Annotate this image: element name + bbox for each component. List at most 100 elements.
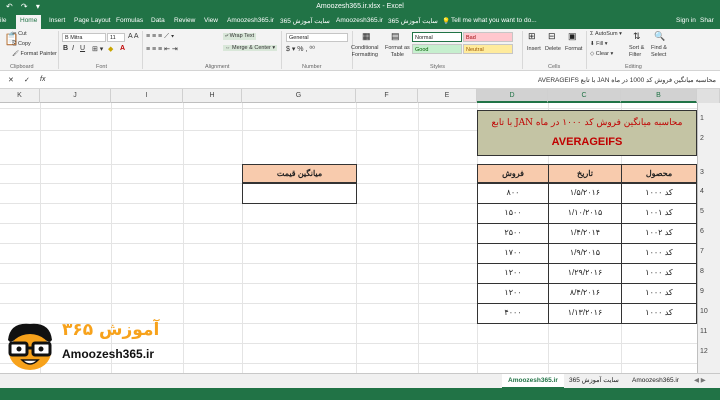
table-cell[interactable]: ۱/۱۰/۲۰۱۵	[548, 203, 622, 224]
column-header-c[interactable]: C	[548, 89, 621, 103]
sheet-nav-icon[interactable]: ◀ ▶	[688, 374, 712, 387]
row-header[interactable]: 4	[700, 188, 704, 195]
average-price-header[interactable]: میانگین قیمت	[242, 164, 357, 183]
tell-me-box[interactable]: Tell me what you want to do...	[451, 17, 537, 24]
bold-button[interactable]: B	[63, 45, 68, 52]
table-cell[interactable]: ۱/۱۳/۲۰۱۶	[548, 303, 622, 324]
cut-button[interactable]: ✂ Cut	[12, 31, 27, 37]
sheet-tab-amoozesh-2[interactable]: Amoozesh365.ir	[626, 374, 685, 387]
find-select-icon[interactable]: 🔍	[654, 31, 665, 42]
tab-data[interactable]: Data	[151, 17, 165, 24]
underline-button[interactable]: U	[80, 45, 85, 52]
cancel-icon[interactable]: ✕	[8, 76, 14, 84]
table-cell[interactable]: کد ۱۰۰۱	[621, 203, 697, 224]
borders-icon[interactable]: ⊞ ▾	[92, 45, 103, 53]
fill-color-icon[interactable]: ◆	[108, 45, 113, 53]
header-date[interactable]: تاریخ	[548, 164, 622, 183]
insert-cells-icon[interactable]: ⊞	[528, 31, 536, 42]
column-header-e[interactable]: E	[418, 89, 477, 103]
title-cell[interactable]: محاسبه میانگین فروش کد ۱۰۰۰ در ماه JAN ب…	[477, 110, 697, 156]
tab-amoozesh-2[interactable]: Amoozesh365.ir	[336, 17, 383, 24]
sort-filter-icon[interactable]: ⇅	[633, 31, 641, 42]
table-cell[interactable]: ۱۲۰۰	[477, 283, 549, 304]
copy-button[interactable]: ⎘ Copy	[12, 41, 31, 48]
column-header-k[interactable]: K	[0, 89, 40, 103]
conditional-formatting-icon[interactable]: ▦	[362, 31, 371, 42]
table-cell[interactable]: کد ۱۰۰۲	[621, 223, 697, 244]
column-header-f[interactable]: F	[356, 89, 418, 103]
column-header-b[interactable]: B	[621, 89, 697, 103]
column-header-d[interactable]: D	[477, 89, 548, 103]
insert-function-button[interactable]: fx	[40, 76, 45, 83]
conditional-formatting-button[interactable]: Conditional Formatting	[351, 45, 379, 59]
tab-insert[interactable]: Insert	[49, 17, 65, 24]
column-header-i[interactable]: I	[111, 89, 183, 103]
font-size-combo[interactable]: 11	[107, 33, 125, 42]
font-name-combo[interactable]: B Mitra	[62, 33, 106, 42]
row-header[interactable]: 9	[700, 288, 704, 295]
number-format-combo[interactable]: General	[286, 33, 348, 42]
row-header[interactable]: 11	[700, 328, 707, 335]
number-format-icons[interactable]: $ ▾ % , ⁰⁰	[286, 45, 315, 53]
row-header[interactable]: 1	[700, 115, 704, 122]
row-header[interactable]: 6	[700, 228, 704, 235]
style-bad[interactable]: Bad	[463, 32, 513, 42]
tab-site-1[interactable]: سایت آموزش 365	[280, 17, 330, 25]
format-cells-icon[interactable]: ▣	[568, 31, 577, 42]
tab-site-2[interactable]: سایت آموزش 365	[388, 17, 438, 25]
sign-in-link[interactable]: Sign in	[676, 17, 696, 24]
autosum-button[interactable]: Σ AutoSum ▾	[590, 31, 622, 37]
wrap-text-button[interactable]: ⤶ Wrap Text	[223, 33, 257, 40]
clear-button[interactable]: ◇ Clear ▾	[590, 51, 613, 57]
formula-content[interactable]: محاسبه میانگین فروش کد 1000 در ماه JAN ب…	[538, 76, 716, 84]
style-neutral[interactable]: Neutral	[463, 44, 513, 54]
align-left-icons[interactable]: ≡ ≡ ≡ ⇤ ⇥	[146, 45, 178, 53]
table-cell[interactable]: کد ۱۰۰۰	[621, 243, 697, 264]
table-cell[interactable]: کد ۱۰۰۰	[621, 183, 697, 204]
column-header-g[interactable]: G	[242, 89, 356, 103]
style-normal[interactable]: Normal	[412, 32, 462, 42]
enter-icon[interactable]: ✓	[24, 76, 30, 84]
format-as-table-icon[interactable]: ▤	[391, 31, 400, 42]
delete-cells-button[interactable]: Delete	[545, 46, 561, 52]
fill-button[interactable]: ⬇ Fill ▾	[590, 41, 607, 47]
font-grow-icon[interactable]: A A	[128, 33, 139, 40]
find-select-button[interactable]: Find & Select	[651, 45, 667, 59]
table-cell[interactable]: کد ۱۰۰۰	[621, 263, 697, 284]
merge-center-button[interactable]: ⇔ Merge & Center ▾	[223, 45, 278, 51]
table-cell[interactable]: ۱/۵/۲۰۱۶	[548, 183, 622, 204]
table-cell[interactable]: ۸/۴/۲۰۱۶	[548, 283, 622, 304]
row-header[interactable]: 5	[700, 208, 704, 215]
tab-review[interactable]: Review	[174, 17, 195, 24]
delete-cells-icon[interactable]: ⊟	[548, 31, 556, 42]
table-cell[interactable]: کد ۱۰۰۰	[621, 303, 697, 324]
row-header[interactable]: 12	[700, 348, 708, 355]
italic-button[interactable]: I	[72, 45, 74, 52]
share-button[interactable]: Shar	[700, 17, 714, 24]
table-cell[interactable]: ۲۵۰۰	[477, 223, 549, 244]
style-good[interactable]: Good	[412, 44, 462, 54]
row-header[interactable]: 8	[700, 268, 704, 275]
average-price-result[interactable]	[242, 183, 357, 204]
tab-amoozesh-1[interactable]: Amoozesh365.ir	[227, 17, 274, 24]
tab-view[interactable]: View	[204, 17, 218, 24]
row-header[interactable]: 7	[700, 248, 704, 255]
table-cell[interactable]: ۱۲۰۰	[477, 263, 549, 284]
sheet-tab-amoozesh[interactable]: Amoozesh365.ir	[502, 374, 564, 389]
header-sales[interactable]: فروش	[477, 164, 549, 183]
table-cell[interactable]: ۴۰۰۰	[477, 303, 549, 324]
align-top-icons[interactable]: ≡ ≡ ≡ ⟋ ▾	[146, 33, 174, 41]
table-cell[interactable]: ۱۷۰۰	[477, 243, 549, 264]
format-as-table-button[interactable]: Format as Table	[385, 45, 410, 59]
table-cell[interactable]: ۸۰۰	[477, 183, 549, 204]
table-cell[interactable]: کد ۱۰۰۰	[621, 283, 697, 304]
format-painter-button[interactable]: 🖌 Format Painter	[12, 51, 57, 57]
table-cell[interactable]: ۱/۹/۲۰۱۵	[548, 243, 622, 264]
table-cell[interactable]: ۱/۲۹/۲۰۱۶	[548, 263, 622, 284]
header-product[interactable]: محصول	[621, 164, 697, 183]
format-cells-button[interactable]: Format	[565, 46, 582, 52]
column-header-h[interactable]: H	[183, 89, 242, 103]
tab-file[interactable]: ile	[0, 17, 7, 24]
row-header[interactable]: 2	[700, 135, 704, 142]
row-header[interactable]: 10	[700, 308, 708, 315]
